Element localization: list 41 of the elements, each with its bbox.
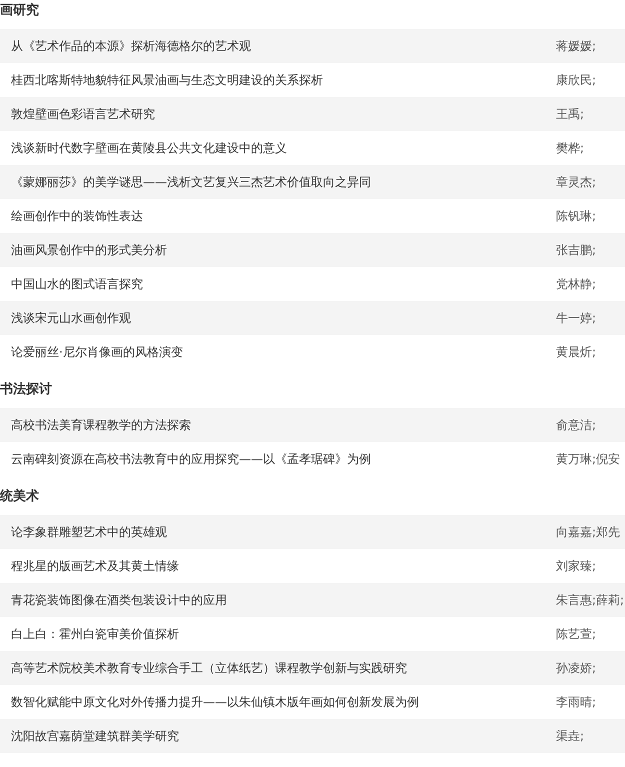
article-title-link[interactable]: 绘画创作中的装饰性表达: [11, 208, 143, 222]
article-title-link[interactable]: 浅谈新时代数字壁画在黄陵县公共文化建设中的意义: [11, 140, 287, 154]
author-names: 牛一婷;: [556, 310, 596, 326]
article-title-link[interactable]: 桂西北喀斯特地貌特征风景油画与生态文明建设的关系探析: [11, 72, 323, 86]
article-title-link[interactable]: 数智化赋能中原文化对外传播力提升——以朱仙镇木版年画如何创新发展为例: [11, 694, 419, 708]
article-title-link[interactable]: 云南碑刻资源在高校书法教育中的应用探究——以《孟孝琚碑》为例: [11, 452, 371, 466]
author-names: 黄万琳;倪安: [556, 450, 620, 468]
article-title-link[interactable]: 白上白：霍州白瓷审美价值探析: [11, 626, 179, 640]
article-title-link[interactable]: 敦煌壁画色彩语言艺术研究: [11, 106, 155, 120]
author-names: 章灵杰;: [556, 174, 596, 190]
article-title-link[interactable]: 从《艺术作品的本源》探析海德格尔的艺术观: [11, 38, 251, 52]
article-title-link[interactable]: 论爱丽丝·尼尔肖像画的风格演变: [11, 344, 183, 358]
article-title-link[interactable]: 沈阳故宫嘉荫堂建筑群美学研究: [11, 728, 179, 742]
author-names: 陈钒琳;: [556, 208, 596, 224]
article-title-link[interactable]: 浅谈宋元山水画创作观: [11, 310, 131, 324]
article-title-link[interactable]: 《蒙娜丽莎》的美学谜思——浅析文艺复兴三杰艺术价值取向之异同: [11, 174, 371, 188]
article-title-link[interactable]: 高等艺术院校美术教育专业综合手工（立体纸艺）课程教学创新与实践研究: [11, 660, 407, 674]
author-names: 党林静;: [556, 276, 596, 292]
author-names: 俞意洁;: [556, 416, 596, 434]
section-heading: 画研究: [0, 2, 39, 18]
section-heading: 统美术: [0, 488, 39, 504]
article-title-link[interactable]: 油画风景创作中的形式美分析: [11, 242, 167, 256]
author-names: 渠垚;: [556, 728, 584, 744]
article-title-link[interactable]: 高校书法美育课程教学的方法探索: [11, 418, 191, 432]
author-names: 朱言惠;薛莉;: [556, 592, 624, 608]
article-title-link[interactable]: 程兆星的版画艺术及其黄土情缘: [11, 558, 179, 572]
author-names: 樊桦;: [556, 140, 584, 156]
author-names: 孙凌娇;: [556, 660, 596, 676]
author-names: 陈艺萱;: [556, 626, 596, 642]
author-names: 刘家臻;: [556, 558, 596, 574]
article-title-link[interactable]: 论李象群雕塑艺术中的英雄观: [11, 524, 167, 538]
author-names: 张吉鹏;: [556, 242, 596, 258]
author-names: 王禹;: [556, 106, 584, 122]
author-names: 向嘉嘉;郑先: [556, 524, 620, 540]
author-names: 李雨晴;: [556, 694, 596, 710]
article-title-link[interactable]: 青花瓷装饰图像在酒类包装设计中的应用: [11, 592, 227, 606]
author-names: 康欣民;: [556, 72, 596, 88]
article-title-link[interactable]: 中国山水的图式语言探究: [11, 276, 143, 290]
author-names: 蒋媛媛;: [556, 38, 596, 54]
author-names: 黄晨炘;: [556, 344, 596, 360]
section-heading: 书法探讨: [0, 380, 52, 398]
